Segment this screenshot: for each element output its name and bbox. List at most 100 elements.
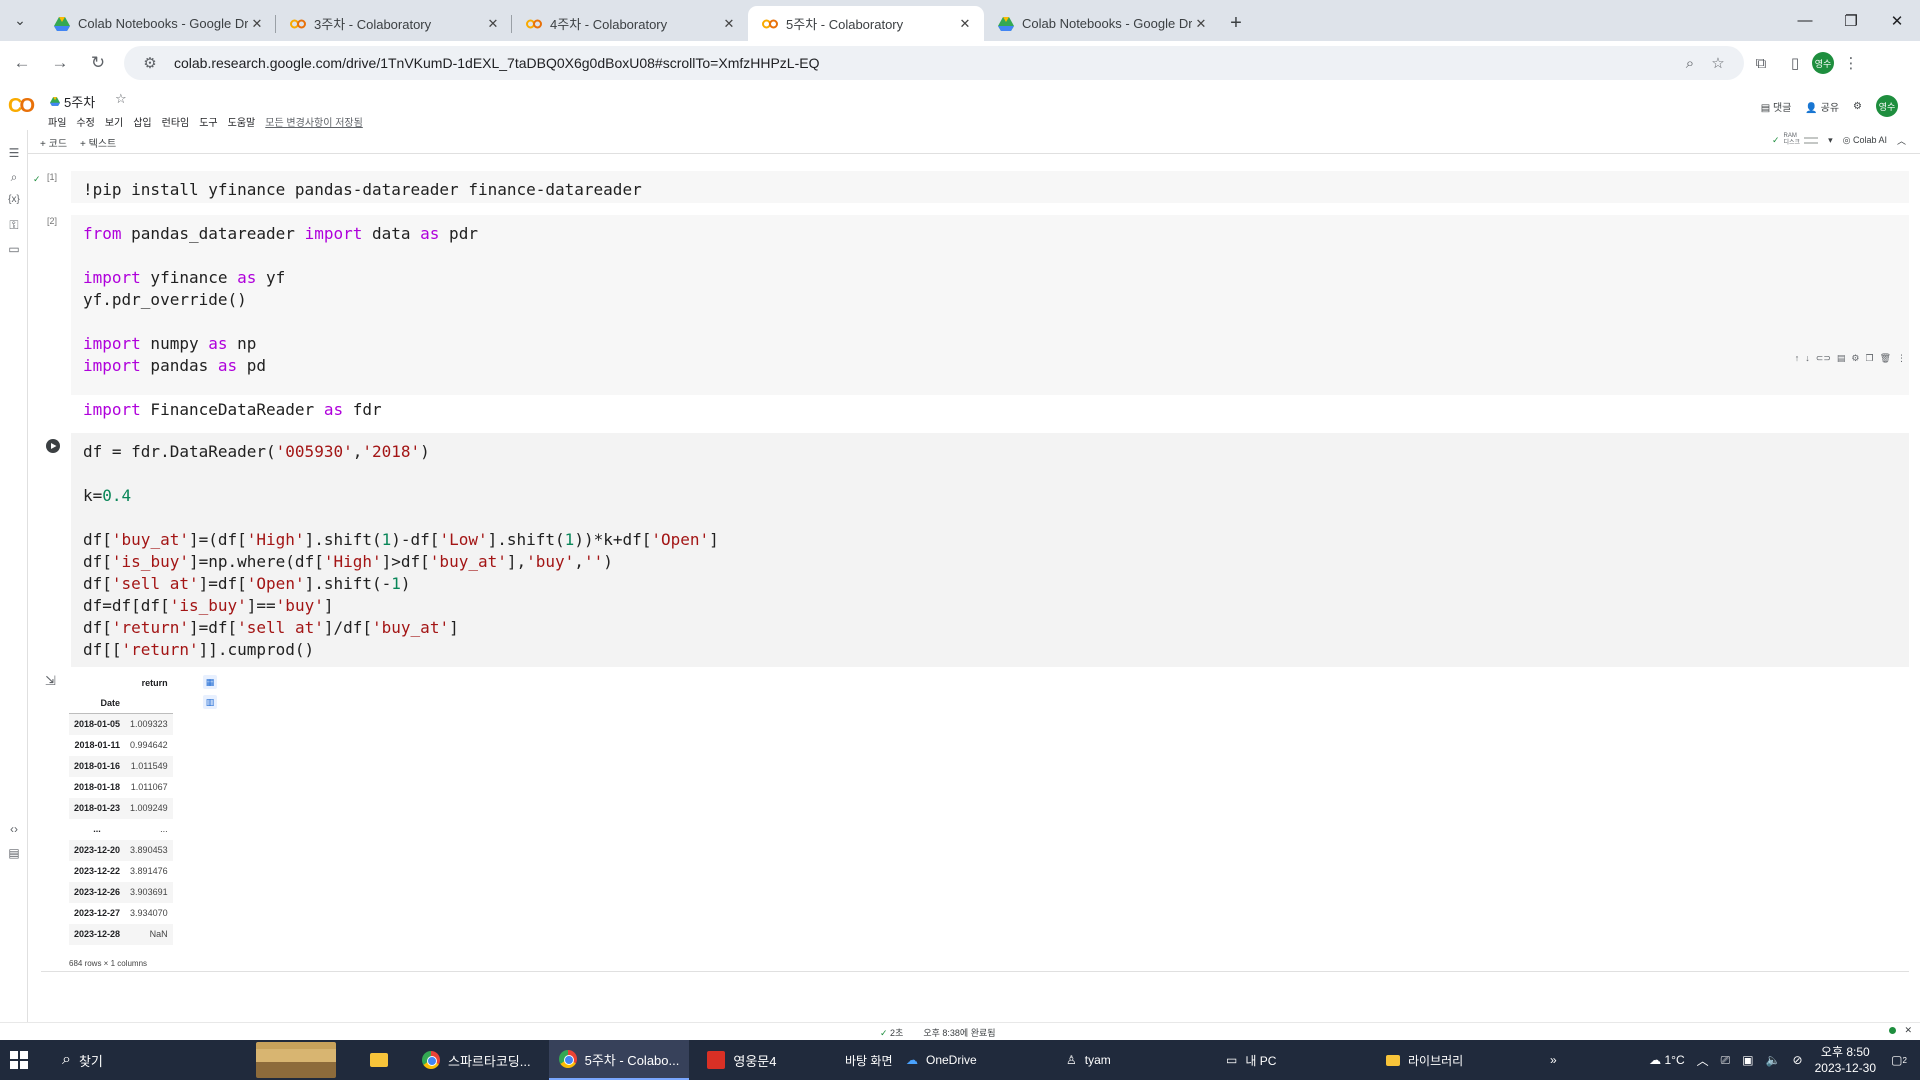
notebook-title[interactable]: 5주차: [50, 92, 95, 111]
toolbar-overflow-icon[interactable]: »: [1550, 1040, 1557, 1080]
tab-search-icon[interactable]: ⌄: [0, 0, 40, 41]
bookmark-star-icon[interactable]: ☆: [1704, 54, 1732, 72]
menu-insert[interactable]: 삽입: [133, 114, 151, 129]
extensions-icon[interactable]: ⧉: [1744, 55, 1778, 72]
browser-menu-icon[interactable]: ⋮: [1834, 54, 1868, 72]
files-folder-icon[interactable]: ▭: [5, 242, 23, 256]
volume-icon[interactable]: 🔈: [1766, 1053, 1781, 1067]
close-icon[interactable]: ✕: [1192, 16, 1210, 32]
table-index-row: Date: [69, 693, 173, 714]
cell-settings-icon[interactable]: ⚙: [1851, 353, 1859, 364]
move-up-icon[interactable]: ↑: [1795, 353, 1800, 364]
browser-tab[interactable]: 3주차 - Colaboratory ✕: [276, 6, 512, 41]
close-icon[interactable]: ✕: [720, 16, 738, 32]
blocked-icon[interactable]: ⊘: [1793, 1053, 1803, 1067]
menu-file[interactable]: 파일: [48, 114, 66, 129]
taskbar-app-chrome-active[interactable]: 5주차 - Colabo...: [548, 1040, 690, 1080]
taskbar-app-chrome[interactable]: 스파르타코딩...: [412, 1040, 541, 1080]
taskbar-clock[interactable]: 오후 8:50 2023-12-30: [1815, 1044, 1876, 1076]
chrome-icon: [558, 1050, 577, 1068]
site-info-icon[interactable]: ⚙: [136, 54, 164, 72]
account-avatar[interactable]: 영수: [1876, 95, 1898, 117]
forward-icon[interactable]: →: [44, 47, 76, 79]
delete-icon[interactable]: 🗑: [1880, 353, 1891, 364]
browser-tab[interactable]: Colab Notebooks - Google Dr ✕: [984, 6, 1220, 41]
more-options-icon[interactable]: ⋮: [1897, 353, 1906, 364]
windows-start-icon[interactable]: [10, 1040, 28, 1080]
code-editor[interactable]: from pandas_datareader import data as pd…: [71, 215, 1909, 419]
weather-widget[interactable]: ☁ 1°C: [1649, 1053, 1684, 1067]
collapse-header-icon[interactable]: ︿: [1897, 134, 1906, 147]
row-value: 3.890453: [125, 839, 173, 861]
mirror-cell-icon[interactable]: ❐: [1865, 353, 1873, 364]
reload-icon[interactable]: ↻: [82, 47, 114, 79]
onedrive-button[interactable]: ☁ OneDrive: [906, 1040, 977, 1080]
close-icon[interactable]: ✕: [248, 16, 266, 32]
output-options-icon[interactable]: ⇲: [45, 673, 56, 689]
zoom-icon[interactable]: ⌕: [1676, 55, 1704, 72]
code-cell[interactable]: [2] from pandas_datareader import data a…: [41, 215, 1909, 419]
file-explorer-button[interactable]: [370, 1040, 388, 1080]
secrets-key-icon[interactable]: ⚿: [5, 218, 23, 233]
url-text[interactable]: colab.research.google.com/drive/1TnVKumD…: [174, 55, 1676, 71]
move-down-icon[interactable]: ↓: [1805, 353, 1810, 364]
suggest-chart-icon[interactable]: ▥: [203, 695, 217, 709]
settings-gear-icon[interactable]: ⚙: [1853, 101, 1862, 112]
table-of-contents-icon[interactable]: ☰: [5, 146, 23, 160]
back-icon[interactable]: ←: [6, 47, 38, 79]
menu-edit[interactable]: 수정: [76, 114, 94, 129]
window-close-icon[interactable]: ✕: [1874, 0, 1920, 41]
mypc-button[interactable]: ▭ 내 PC: [1226, 1040, 1276, 1080]
search-highlight-image[interactable]: [256, 1040, 336, 1080]
code-cell[interactable]: ✓ [1] !pip install yfinance pandas-datar…: [33, 171, 1909, 203]
minimize-icon[interactable]: —: [1782, 0, 1828, 41]
code-editor[interactable]: !pip install yfinance pandas-datareader …: [71, 171, 1909, 203]
save-status[interactable]: 모든 변경사항이 저장됨: [265, 114, 363, 129]
share-button[interactable]: 👤 공유: [1805, 99, 1839, 114]
address-bar[interactable]: ⚙ colab.research.google.com/drive/1TnVKu…: [124, 46, 1744, 80]
camera-icon[interactable]: ⎚: [1721, 1053, 1731, 1068]
restore-icon[interactable]: ❐: [1828, 0, 1874, 41]
library-button[interactable]: 라이브러리: [1386, 1040, 1463, 1080]
runtime-connected-indicator[interactable]: ✓ RAM 디스크: [1772, 133, 1819, 147]
desktop-toolbar[interactable]: 바탕 화면: [845, 1040, 893, 1080]
close-icon[interactable]: ✕: [484, 16, 502, 32]
code-editor[interactable]: df = fdr.DataReader('005930','2018') k=0…: [71, 433, 1909, 667]
search-icon[interactable]: ⌕: [5, 170, 23, 185]
add-code-button[interactable]: + 코드: [40, 135, 67, 150]
code-snippets-icon[interactable]: ‹›: [5, 822, 23, 836]
colab-logo-icon[interactable]: CO: [8, 95, 35, 118]
new-tab-button[interactable]: +: [1220, 6, 1252, 41]
star-icon[interactable]: ☆: [115, 91, 127, 107]
taskbar-search[interactable]: ⌕ 찾기: [58, 1040, 258, 1080]
menu-tools[interactable]: 도구: [199, 114, 217, 129]
show-hidden-icons-icon[interactable]: ︿: [1697, 1052, 1709, 1069]
notebook-title-text[interactable]: 5주차: [64, 92, 95, 111]
profile-avatar[interactable]: 영수: [1812, 52, 1834, 74]
browser-tab[interactable]: Colab Notebooks - Google Dr ✕: [40, 6, 276, 41]
notification-icon[interactable]: ▢ 2: [1888, 1049, 1910, 1071]
variables-icon[interactable]: {x}: [5, 194, 23, 205]
user-folder-button[interactable]: ♙ tyam: [1066, 1040, 1111, 1080]
taskbar-app-kiwoom[interactable]: 영웅문4: [697, 1040, 786, 1080]
close-icon[interactable]: ✕: [956, 16, 974, 32]
code-cell-focused[interactable]: df = fdr.DataReader('005930','2018') k=0…: [41, 433, 1909, 667]
menu-help[interactable]: 도움말: [228, 114, 256, 129]
comment-button[interactable]: ▤ 댓글: [1761, 99, 1792, 114]
comment-icon[interactable]: ▤: [1837, 353, 1846, 364]
runtime-dropdown-icon[interactable]: ▾: [1828, 135, 1833, 146]
menu-view[interactable]: 보기: [105, 114, 123, 129]
network-icon[interactable]: ▣: [1742, 1053, 1753, 1067]
run-cell-play-icon[interactable]: [46, 439, 60, 453]
colab-ai-button[interactable]: ◎ Colab AI: [1843, 135, 1887, 146]
side-panel-icon[interactable]: ▯: [1778, 54, 1812, 72]
terminal-icon[interactable]: ▤: [5, 846, 23, 860]
browser-tab-active[interactable]: 5주차 - Colaboratory ✕: [748, 6, 984, 41]
menu-runtime[interactable]: 런타임: [162, 114, 190, 129]
execution-status[interactable]: ✓ 2초 오후 8:38에 완료됨: [880, 1026, 996, 1039]
add-text-button[interactable]: + 텍스트: [80, 135, 116, 150]
link-icon[interactable]: ⊂⊃: [1816, 353, 1831, 364]
browser-tab[interactable]: 4주차 - Colaboratory ✕: [512, 6, 748, 41]
interactive-table-icon[interactable]: ▦: [203, 675, 217, 689]
close-status-icon[interactable]: ✕: [1904, 1025, 1912, 1036]
